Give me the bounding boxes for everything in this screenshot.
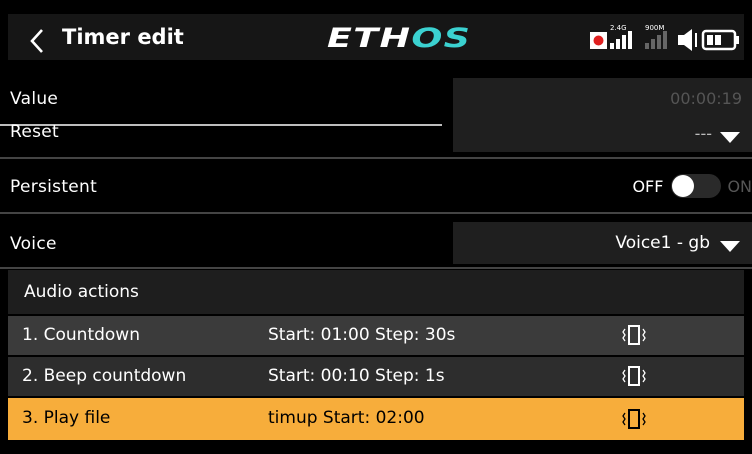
value-field-text: 00:00:19 <box>670 89 742 108</box>
vibrate-icon <box>622 366 646 386</box>
status-icons: 2.4G 900M <box>590 24 739 51</box>
reset-row: Reset --- <box>0 118 752 152</box>
audio-action-detail: Start: 01:00 Step: 30s <box>268 325 456 345</box>
chevron-left-icon <box>30 29 43 53</box>
logo-text-a: ETH <box>327 23 412 54</box>
value-row: Value 00:00:19 <box>0 78 752 118</box>
speaker-icon <box>678 29 697 51</box>
audio-action-row-selected[interactable]: 3. Play file timup Start: 02:00 <box>8 398 744 440</box>
battery-icon <box>701 29 739 51</box>
voice-dropdown[interactable]: Voice1 - gb <box>453 222 752 264</box>
toggle-on-label: ON <box>727 176 752 196</box>
audio-actions-title: Audio actions <box>24 282 139 302</box>
value-field: 00:00:19 <box>453 78 752 118</box>
audio-action-detail: Start: 00:10 Step: 1s <box>268 366 445 386</box>
reset-label: Reset <box>10 122 59 142</box>
voice-row: Voice Voice1 - gb <box>0 222 752 264</box>
audio-action-row[interactable]: 2. Beep countdown Start: 00:10 Step: 1s <box>8 357 744 396</box>
signal1-label: 2.4G <box>610 24 627 32</box>
back-button[interactable] <box>18 22 56 60</box>
vibrate-icon <box>622 325 646 345</box>
reset-value: --- <box>694 124 712 143</box>
signal2-label: 900M <box>645 24 664 32</box>
record-icon <box>590 32 607 49</box>
audio-action-name: 1. Countdown <box>22 325 140 345</box>
voice-value: Voice1 - gb <box>615 233 710 253</box>
logo-text-b: OS <box>411 23 472 54</box>
reset-dropdown[interactable]: --- <box>453 118 752 152</box>
toggle-off-label: OFF <box>632 176 664 196</box>
persistent-toggle[interactable]: OFF ON <box>632 166 752 206</box>
signal-900m-icon: 900M <box>645 24 667 49</box>
value-label: Value <box>10 89 59 109</box>
divider <box>0 267 752 269</box>
audio-action-detail: timup Start: 02:00 <box>268 408 425 428</box>
persistent-row: Persistent OFF ON <box>0 166 752 206</box>
audio-action-name: 3. Play file <box>22 408 111 428</box>
audio-actions-header: Audio actions <box>8 270 744 314</box>
persistent-label: Persistent <box>10 177 98 197</box>
audio-action-row[interactable]: 1. Countdown Start: 01:00 Step: 30s <box>8 316 744 355</box>
audio-action-name: 2. Beep countdown <box>22 366 187 386</box>
page-title: Timer edit <box>62 25 184 49</box>
voice-label: Voice <box>10 234 57 254</box>
chevron-down-icon <box>720 128 740 147</box>
divider <box>0 212 752 214</box>
vibrate-icon <box>622 409 646 429</box>
signal-2g4-icon: 2.4G <box>610 24 632 49</box>
divider <box>0 157 752 159</box>
toggle-switch-icon <box>671 174 722 198</box>
chevron-down-icon <box>720 237 740 256</box>
ethos-logo: ETHOS <box>327 23 471 54</box>
header-bar: Timer edit ETHOS 2.4G 900M <box>0 0 752 64</box>
